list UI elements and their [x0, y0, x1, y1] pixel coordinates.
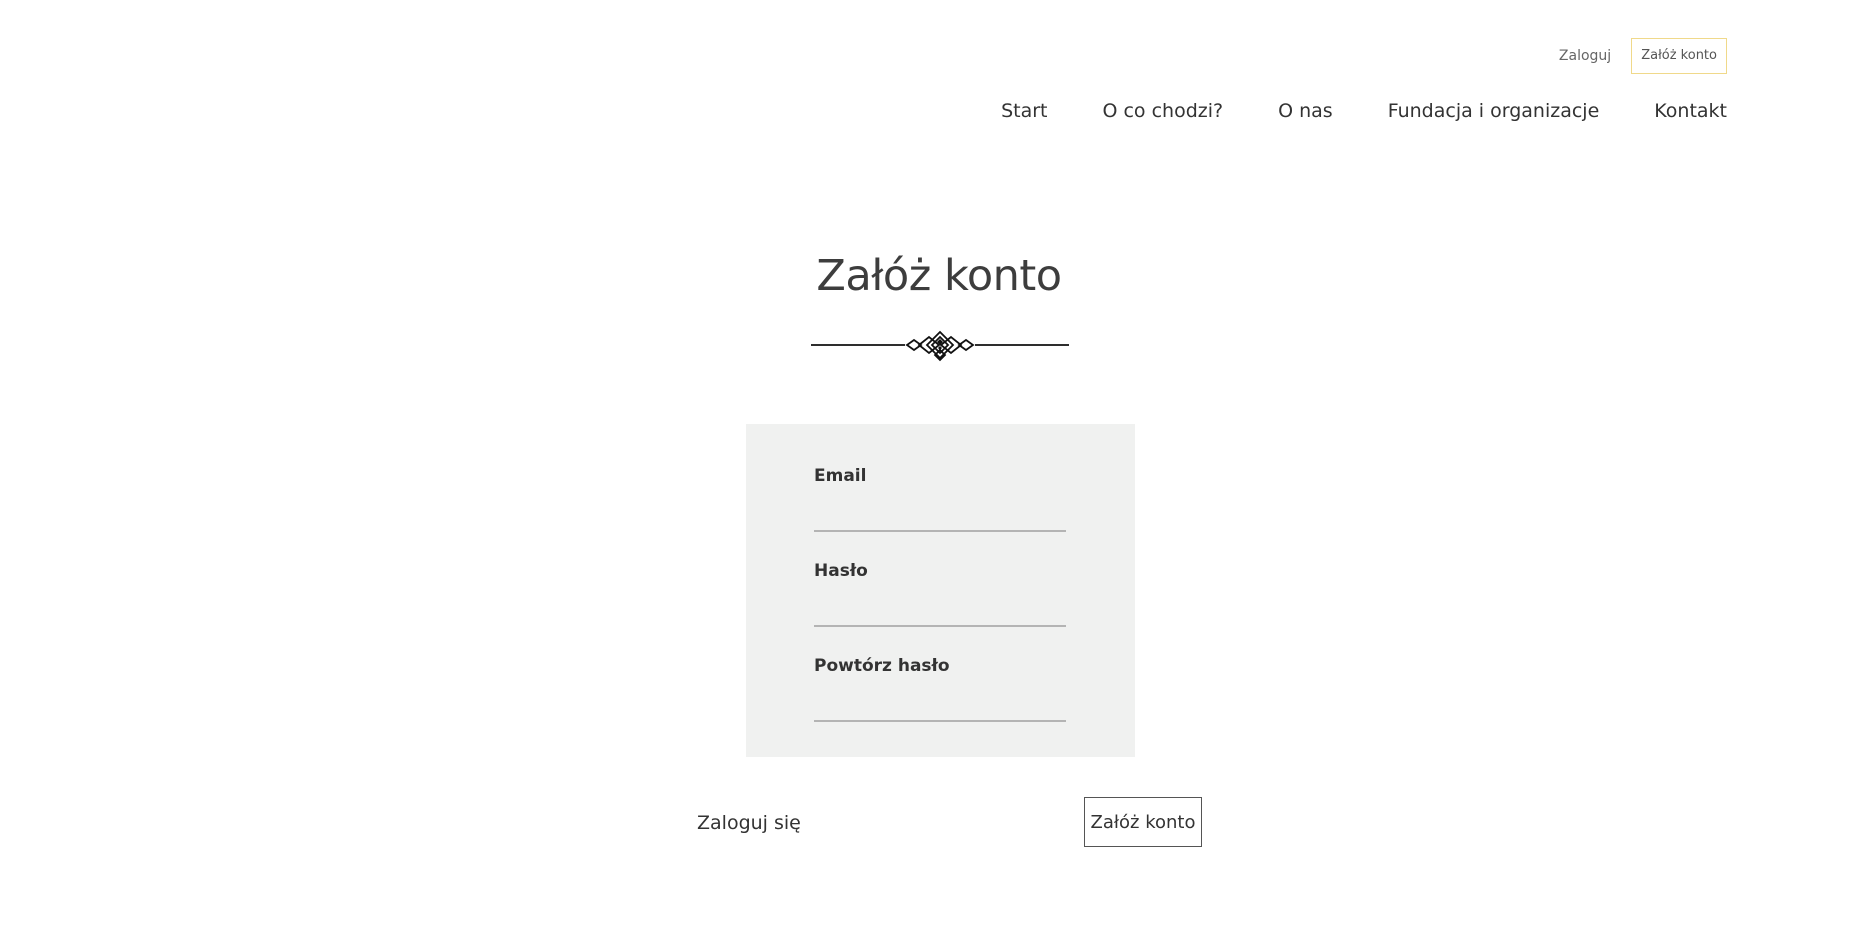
email-field-group: Email	[814, 466, 1066, 532]
nav-item-contact[interactable]: Kontakt	[1654, 100, 1727, 122]
page-title: Załóż konto	[816, 251, 1062, 301]
register-form: Email Hasło Powtórz hasło	[746, 424, 1135, 757]
top-bar: Zaloguj Załóż konto	[1559, 38, 1727, 74]
nav-item-about-project[interactable]: O co chodzi?	[1102, 100, 1223, 122]
create-account-button[interactable]: Załóż konto	[1084, 797, 1202, 847]
ornamental-divider-icon	[811, 330, 1069, 362]
nav-item-start[interactable]: Start	[1001, 100, 1047, 122]
nav-item-about-us[interactable]: O nas	[1278, 100, 1333, 122]
password-label: Hasło	[814, 561, 868, 581]
repeat-password-field-group: Powtórz hasło	[814, 656, 1066, 722]
nav-item-foundation[interactable]: Fundacja i organizacje	[1388, 100, 1600, 122]
email-input[interactable]	[814, 504, 1066, 532]
repeat-password-label: Powtórz hasło	[814, 656, 950, 676]
email-label: Email	[814, 466, 867, 486]
login-instead-link[interactable]: Zaloguj się	[697, 812, 801, 834]
repeat-password-input[interactable]	[814, 694, 1066, 722]
login-link[interactable]: Zaloguj	[1559, 48, 1611, 64]
main-nav: Start O co chodzi? O nas Fundacja i orga…	[1001, 100, 1727, 122]
password-field-group: Hasło	[814, 561, 1066, 627]
register-button[interactable]: Załóż konto	[1631, 38, 1727, 74]
password-input[interactable]	[814, 599, 1066, 627]
